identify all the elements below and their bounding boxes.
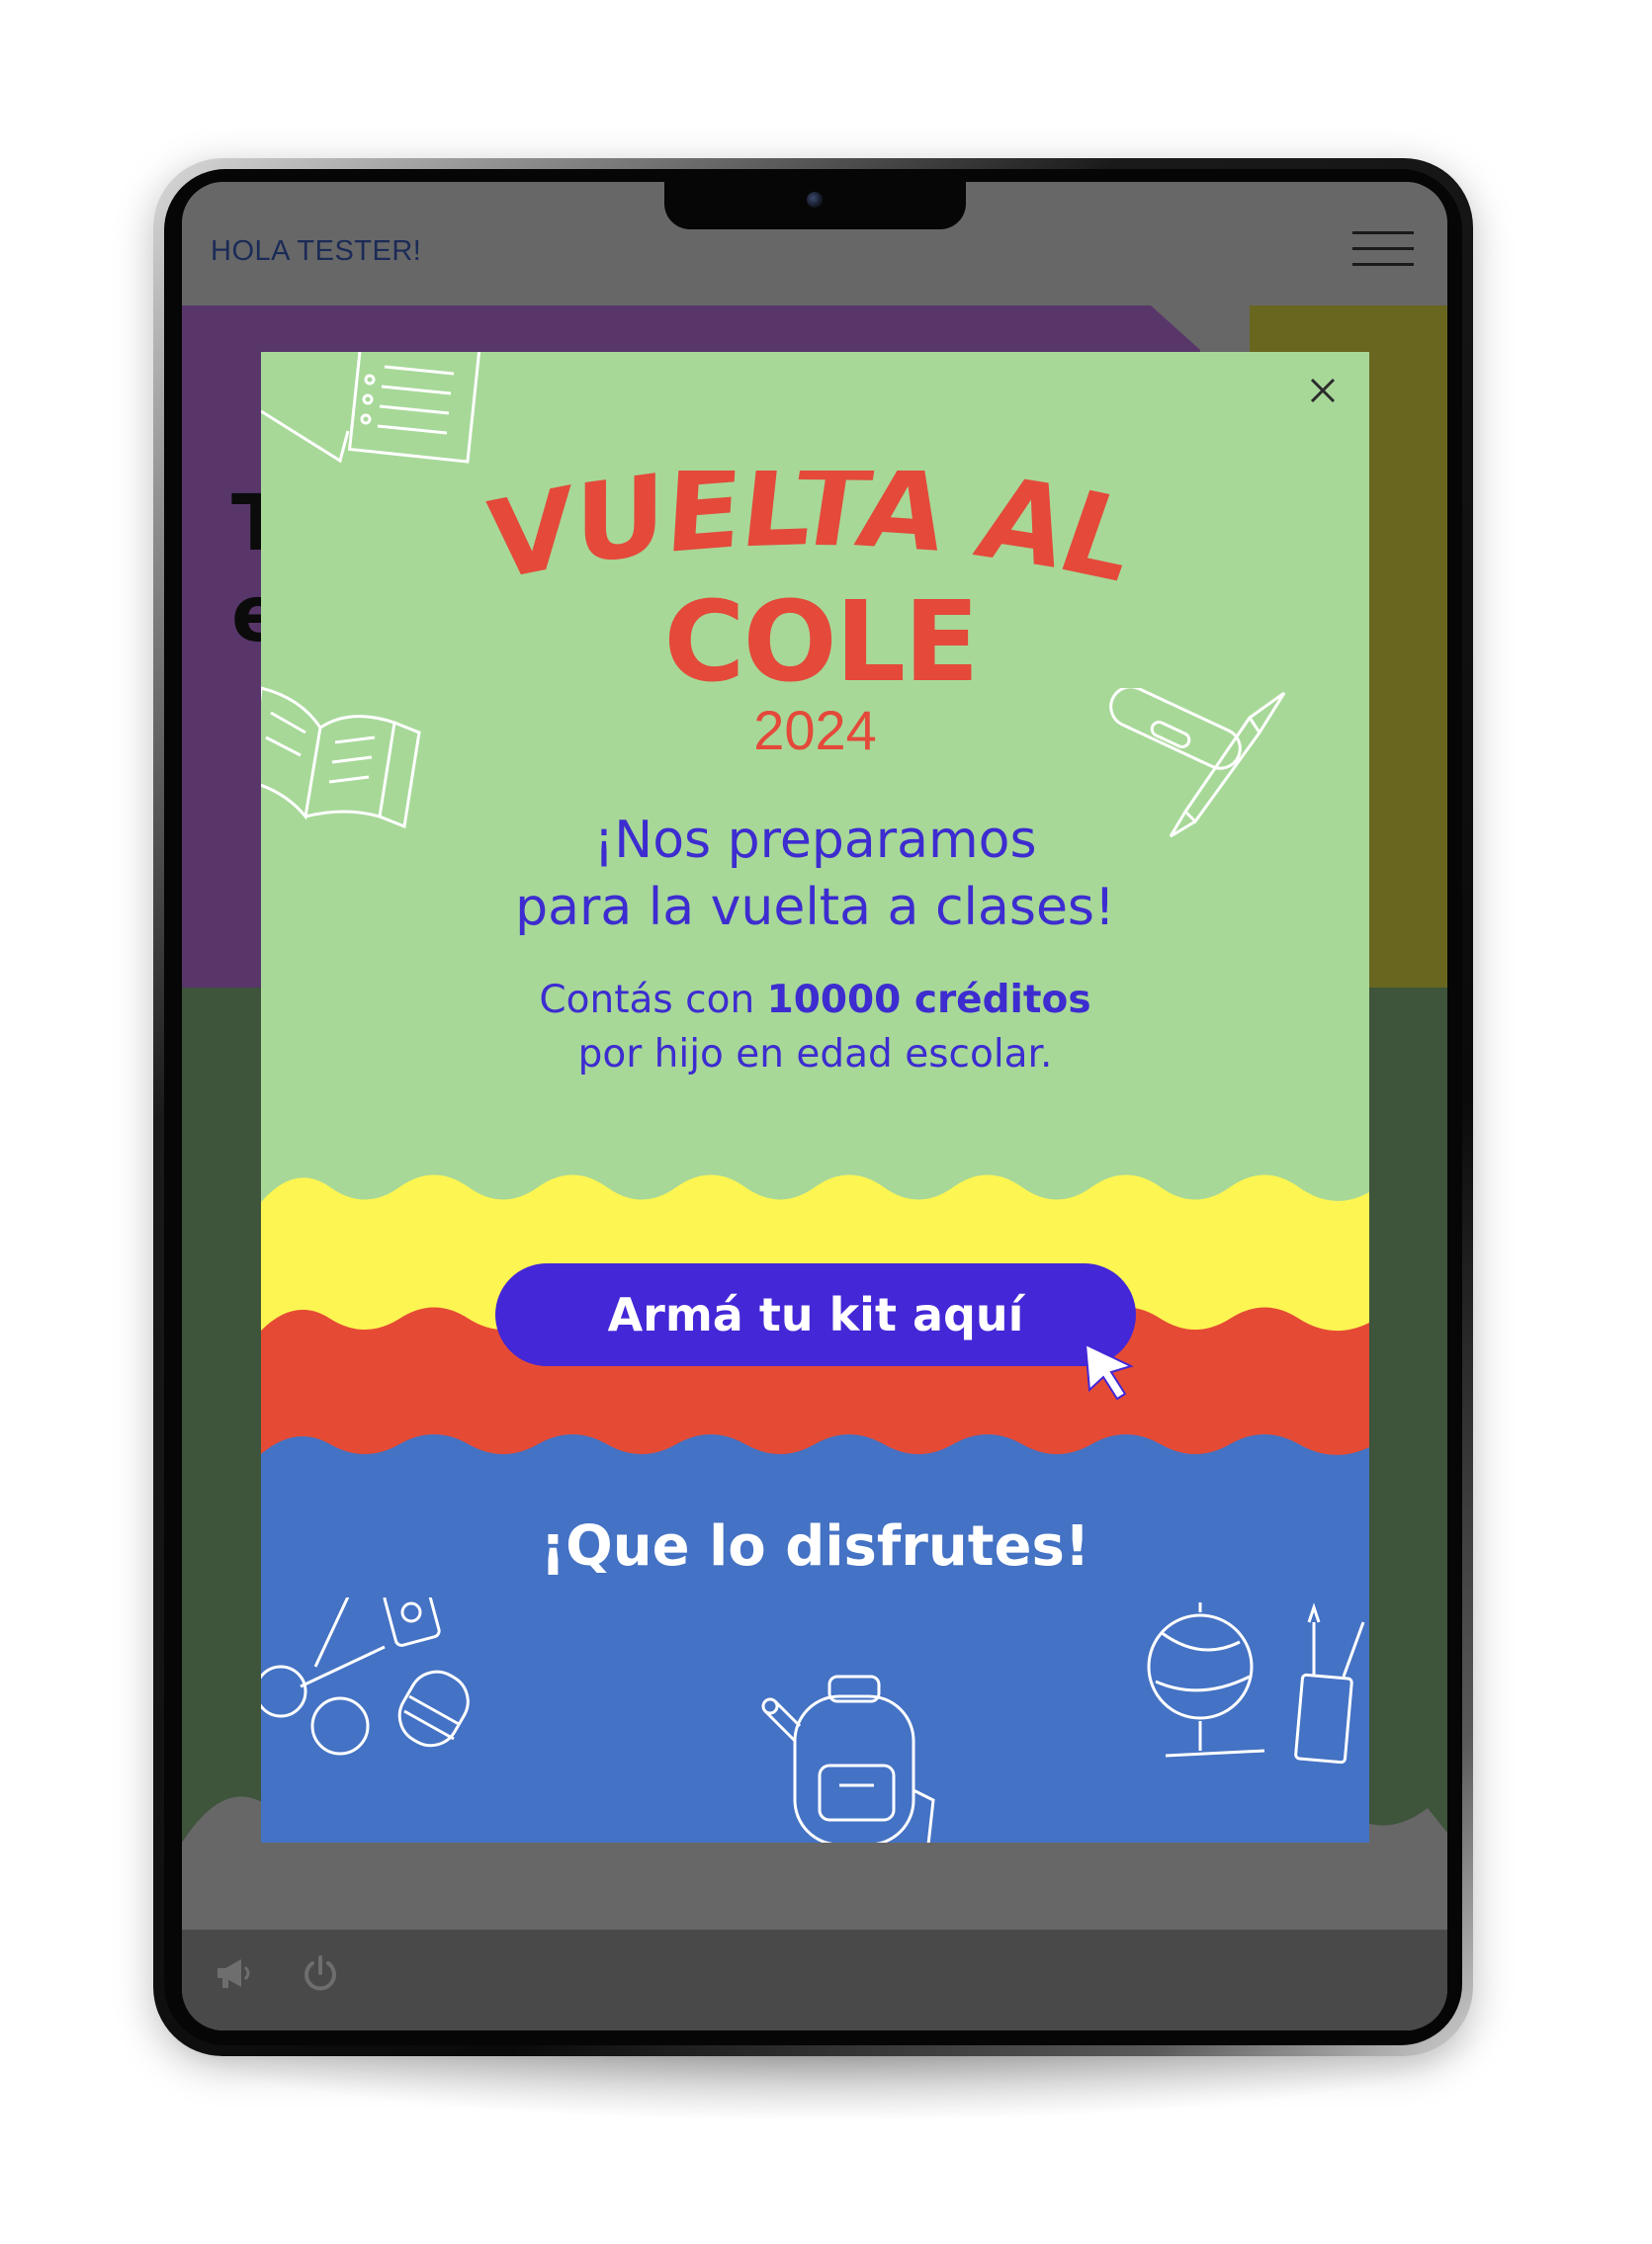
- notebook-doodle-icon: [261, 352, 481, 464]
- backpack-doodle-icon: [761, 1675, 935, 1843]
- tablet-screen: HOLA TESTER! Te VUELTA AL COLE 2024 ¡Nos…: [182, 182, 1447, 2030]
- hamburger-menu-icon[interactable]: [1352, 227, 1418, 273]
- camera-notch: [664, 182, 966, 229]
- headline-text: ¡Nos preparamos para la vuelta a clases!: [261, 807, 1369, 941]
- bottom-toolbar: [182, 1930, 1447, 2030]
- close-icon[interactable]: [1298, 366, 1348, 415]
- headline-line-2: para la vuelta a clases!: [515, 878, 1115, 937]
- credits-amount: 10000 créditos: [766, 978, 1091, 1022]
- build-kit-button-label: Armá tu kit aquí: [607, 1288, 1024, 1341]
- credits-line-2: por hijo en edad escolar.: [577, 1032, 1053, 1077]
- front-camera: [807, 192, 823, 208]
- promo-modal: VUELTA AL COLE 2024 ¡Nos preparamos para…: [261, 352, 1369, 1843]
- megaphone-icon[interactable]: [212, 1951, 255, 1995]
- closing-text: ¡Que lo disfrutes!: [540, 1514, 1090, 1579]
- credits-prefix: Contás con: [539, 978, 767, 1022]
- greeting-text: HOLA TESTER!: [211, 235, 422, 267]
- globe-pencil-cup-doodle-icon: [1147, 1602, 1365, 1765]
- pointer-cursor-icon: [1084, 1342, 1134, 1401]
- year-text: 2024: [753, 699, 877, 761]
- scissors-sharpener-doodle-icon: [261, 1597, 470, 1756]
- headline-line-1: ¡Nos preparamos: [593, 811, 1037, 870]
- power-icon[interactable]: [299, 1951, 342, 1995]
- build-kit-button[interactable]: Armá tu kit aquí: [495, 1263, 1136, 1366]
- title-line-2: COLE: [663, 578, 977, 688]
- credits-text: Contás con 10000 créditos por hijo en ed…: [261, 973, 1369, 1081]
- vuelta-al-cole-title: VUELTA AL COLE: [466, 471, 1158, 688]
